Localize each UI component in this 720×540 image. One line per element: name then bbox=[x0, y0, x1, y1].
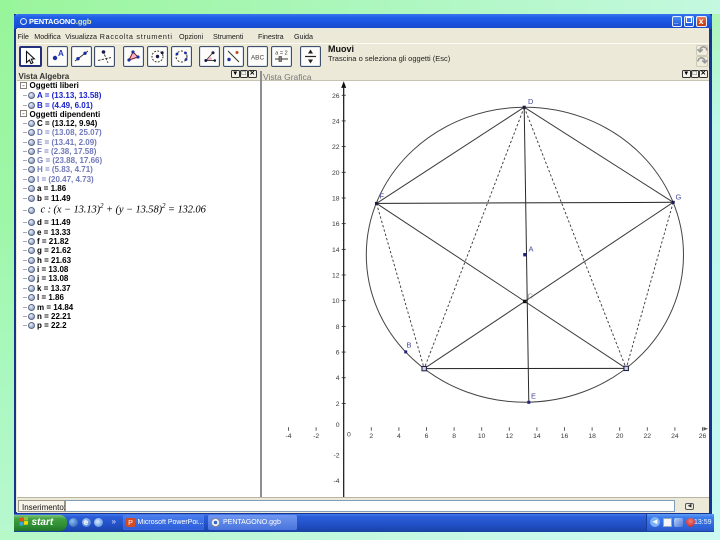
svg-text:a = 2: a = 2 bbox=[276, 51, 288, 57]
svg-text:18: 18 bbox=[588, 433, 596, 440]
svg-text:4: 4 bbox=[397, 433, 401, 440]
svg-text:A: A bbox=[58, 49, 64, 58]
svg-text:22: 22 bbox=[643, 433, 651, 440]
svg-text:ABC: ABC bbox=[251, 55, 265, 62]
svg-text:2: 2 bbox=[369, 433, 373, 440]
svg-text:P: P bbox=[128, 518, 133, 527]
svg-text:-2: -2 bbox=[313, 433, 319, 440]
svg-text:6: 6 bbox=[335, 349, 339, 356]
svg-text:-4: -4 bbox=[285, 433, 291, 440]
svg-text:E: E bbox=[531, 391, 536, 400]
svg-text:12: 12 bbox=[505, 433, 513, 440]
svg-text:B: B bbox=[406, 340, 411, 349]
svg-text:0: 0 bbox=[347, 431, 351, 438]
svg-text:-2: -2 bbox=[333, 452, 339, 459]
svg-text:20: 20 bbox=[615, 433, 623, 440]
svg-text:26: 26 bbox=[698, 433, 706, 440]
svg-text:16: 16 bbox=[560, 433, 568, 440]
svg-text:C: C bbox=[527, 291, 533, 300]
svg-text:8: 8 bbox=[452, 433, 456, 440]
svg-text:10: 10 bbox=[477, 433, 485, 440]
svg-text:12: 12 bbox=[331, 272, 339, 279]
svg-text:22: 22 bbox=[331, 144, 339, 151]
svg-text:G: G bbox=[675, 192, 681, 201]
svg-text:4: 4 bbox=[335, 375, 339, 382]
svg-text:D: D bbox=[528, 97, 534, 106]
svg-text:26: 26 bbox=[331, 92, 339, 99]
svg-text:24: 24 bbox=[671, 433, 679, 440]
svg-text:8: 8 bbox=[335, 323, 339, 330]
svg-text:6: 6 bbox=[424, 433, 428, 440]
svg-text:-4: -4 bbox=[333, 477, 339, 484]
svg-text:20: 20 bbox=[331, 169, 339, 176]
svg-text:16: 16 bbox=[331, 221, 339, 228]
svg-text:F: F bbox=[379, 191, 384, 200]
svg-text:14: 14 bbox=[331, 246, 339, 253]
svg-text:2: 2 bbox=[335, 400, 339, 407]
svg-text:24: 24 bbox=[331, 118, 339, 125]
svg-text:0: 0 bbox=[335, 422, 339, 429]
svg-text:A: A bbox=[528, 244, 533, 253]
svg-text:18: 18 bbox=[331, 195, 339, 202]
svg-text:14: 14 bbox=[533, 433, 541, 440]
svg-text:10: 10 bbox=[331, 298, 339, 305]
